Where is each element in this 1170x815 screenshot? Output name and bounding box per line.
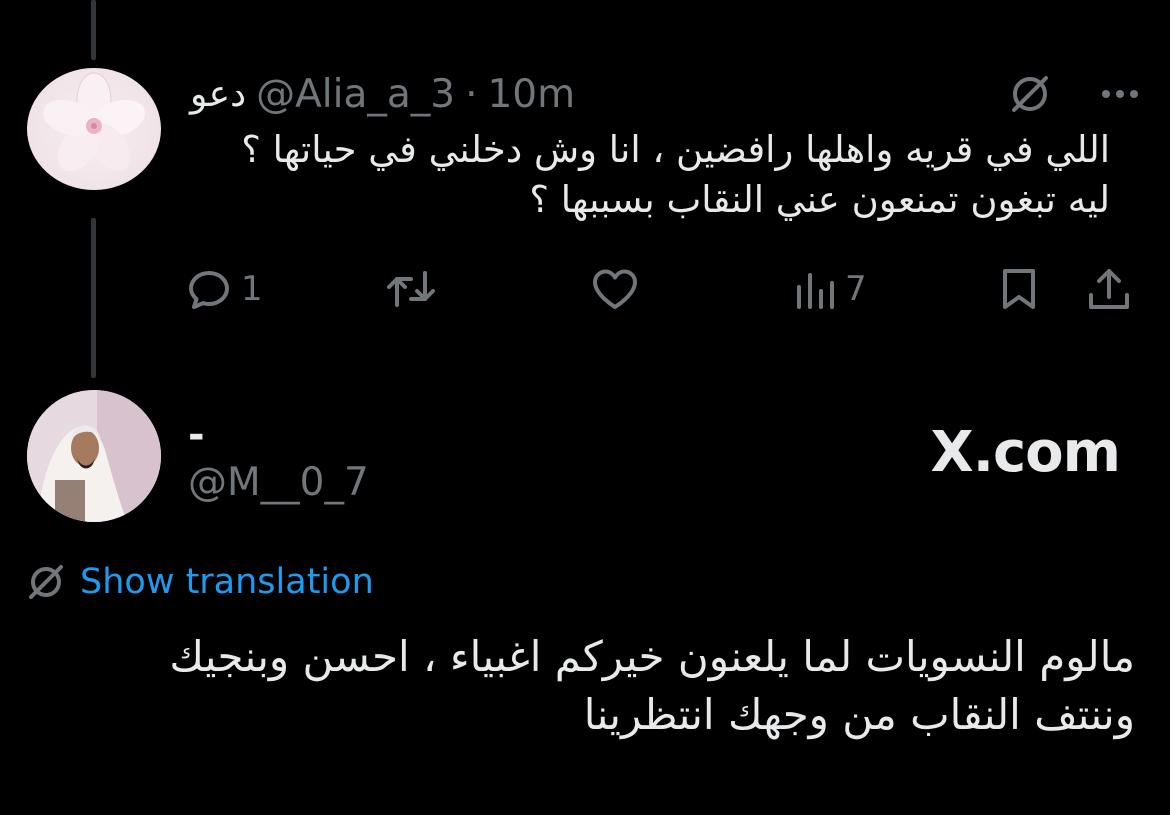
retweet-button[interactable] <box>385 262 437 316</box>
bookmark-icon <box>997 265 1041 313</box>
like-icon <box>590 265 640 313</box>
display-name[interactable]: - <box>188 412 205 458</box>
tweet-text-line: وننتف النقاب من وجهك انتظرينا <box>583 690 1135 739</box>
tweet-header: دعو @Alia_a_3 · 10m <box>190 70 575 118</box>
tweet-text-line: ليه تبغون تمنعون عني النقاب بسببها ؟ <box>529 178 1110 221</box>
share-icon <box>1085 265 1133 313</box>
avatar[interactable] <box>27 390 161 522</box>
translate-icon <box>26 562 66 602</box>
separator-dot: · <box>465 71 478 117</box>
timestamp[interactable]: 10m <box>487 72 575 117</box>
avatar[interactable] <box>27 68 161 190</box>
tweet-top-actions <box>1008 70 1142 118</box>
views-count: 7 <box>845 269 867 309</box>
thread-line <box>91 218 96 378</box>
grok-icon[interactable] <box>1008 72 1052 116</box>
display-name[interactable]: دعو <box>190 74 246 115</box>
tweet-text-line: مالوم النسويات لما يلعنون خيركم اغبياء ،… <box>169 632 1135 681</box>
retweet-icon <box>385 265 437 313</box>
reply-icon <box>185 265 233 313</box>
tweet-actions: 1 7 <box>185 262 1140 316</box>
reply-button[interactable]: 1 <box>185 262 263 316</box>
handle[interactable]: @M__0_7 <box>188 460 369 505</box>
views-button[interactable]: 7 <box>793 262 867 316</box>
like-button[interactable] <box>590 262 640 316</box>
thread-line-top <box>91 0 96 60</box>
show-translation-link[interactable]: Show translation <box>26 562 374 602</box>
bookmark-button[interactable] <box>997 262 1041 316</box>
watermark: X.com <box>930 420 1121 485</box>
screen: دعو @Alia_a_3 · 10m اللي في قريه واهلها … <box>0 0 1170 815</box>
views-icon <box>793 265 837 313</box>
tweet-text-line: اللي في قريه واهلها رافضين ، انا وش دخلن… <box>241 128 1110 171</box>
tweet-text: مالوم النسويات لما يلعنون خيركم اغبياء ،… <box>40 628 1135 744</box>
tweet-text: اللي في قريه واهلها رافضين ، انا وش دخلن… <box>180 125 1110 225</box>
share-button[interactable] <box>1085 262 1133 316</box>
show-translation-label[interactable]: Show translation <box>80 562 374 602</box>
more-icon[interactable] <box>1098 72 1142 116</box>
handle[interactable]: @Alia_a_3 <box>256 72 455 117</box>
reply-count: 1 <box>241 269 263 309</box>
